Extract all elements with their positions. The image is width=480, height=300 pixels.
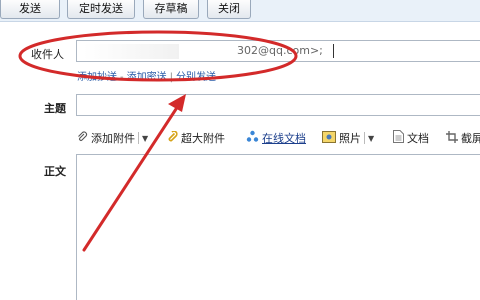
body-editor[interactable] [76,154,480,300]
add-bcc-link[interactable]: 添加密送 [127,72,167,83]
document-button[interactable]: 文档 [393,130,429,146]
recipient-label: 收件人 [31,48,64,61]
timed-send-button[interactable]: 定时发送 [67,0,135,19]
photo-label: 照片 [339,132,361,145]
online-doc-icon [246,130,259,146]
online-doc-label: 在线文档 [262,132,306,145]
separator [138,132,139,144]
save-draft-button[interactable]: 存草稿 [143,0,199,19]
text-caret [333,44,334,58]
separate-send-link[interactable]: 分别发送 [176,72,216,83]
large-attachment-label: 超大附件 [181,132,225,145]
screenshot-label: 截屏 [461,132,480,145]
separator: - [120,72,124,83]
photo-icon [322,130,336,146]
add-attachment-label: 添加附件 [91,132,135,145]
large-attachment-icon [166,129,178,146]
recipient-address: 302@qq.com>; [237,44,323,57]
add-cc-link[interactable]: 添加抄送 [77,72,117,83]
paperclip-icon [76,130,88,146]
screenshot-button[interactable]: 截屏 [446,130,480,146]
recipient-options: 添加抄送 - 添加密送 | 分别发送 [77,68,216,83]
chevron-down-icon[interactable]: ▼ [142,134,148,143]
subject-label: 主题 [44,102,66,115]
body-label: 正文 [44,165,66,178]
compose-toolbar: 发送 定时发送 存草稿 关闭 [0,0,480,22]
separator [364,132,365,144]
document-label: 文档 [407,132,429,145]
recipient-chip[interactable] [83,44,179,59]
close-button[interactable]: 关闭 [207,0,251,19]
online-doc-button[interactable]: 在线文档 [246,130,306,146]
separator: | [169,72,173,83]
large-attachment-button[interactable]: 超大附件 [166,129,225,146]
send-button[interactable]: 发送 [0,0,60,19]
subject-input[interactable] [76,94,480,116]
screenshot-icon [446,130,458,146]
chevron-down-icon[interactable]: ▼ [368,134,374,143]
photo-button[interactable]: 照片 ▼ [322,130,374,146]
document-icon [393,130,404,146]
add-attachment-button[interactable]: 添加附件 ▼ [76,130,148,146]
recipient-field[interactable]: 302@qq.com>; [76,40,480,62]
